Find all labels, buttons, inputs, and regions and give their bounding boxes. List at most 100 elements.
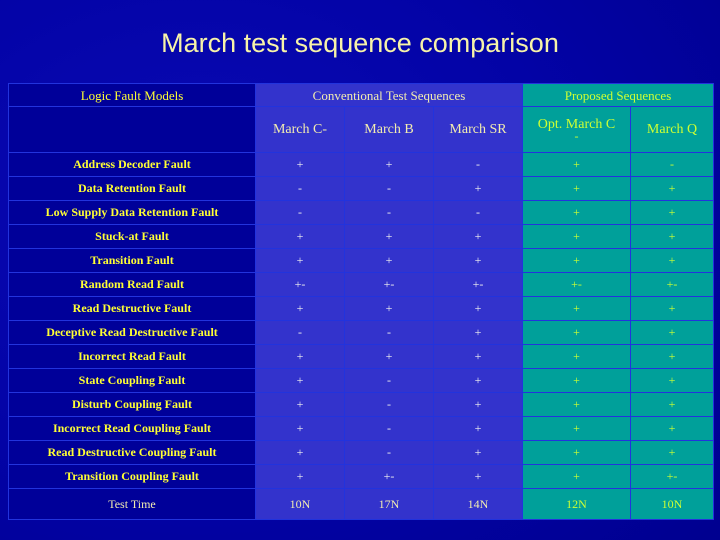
cell-march-c-minus: + [256,153,344,176]
cell-march-q: - [631,153,714,176]
row-label: Incorrect Read Fault [9,345,255,368]
cell-march-q: + [631,393,714,416]
slide-background: March test sequence comparison Logic Fau… [0,0,720,540]
test-time-march-sr: 14N [434,489,522,519]
test-time-march-b: 17N [345,489,433,519]
cell-opt-march-c: + [523,441,630,464]
cell-march-b: - [345,393,433,416]
table-row: Read Destructive Fault + + + + + [9,297,714,320]
cell-opt-march-c: + [523,249,630,272]
table-body: Logic Fault Models Conventional Test Seq… [9,84,714,519]
march-test-sequence-comparison-table: Logic Fault Models Conventional Test Seq… [8,83,715,520]
cell-march-sr: + [434,345,522,368]
cell-march-q: +- [631,465,714,488]
cell-march-c-minus: + [256,369,344,392]
table-row: Address Decoder Fault + + - + - [9,153,714,176]
table-row: Low Supply Data Retention Fault - - - + + [9,201,714,224]
cell-march-sr: + [434,321,522,344]
table-row: Transition Fault + + + + + [9,249,714,272]
cell-march-sr: + [434,465,522,488]
table-row: Random Read Fault +- +- +- +- +- [9,273,714,296]
table-row: Transition Coupling Fault + +- + + +- [9,465,714,488]
header-march-c-minus: March C- [256,107,344,152]
header-conventional-test-sequences: Conventional Test Sequences [256,84,522,106]
cell-march-b: + [345,345,433,368]
row-label: Read Destructive Fault [9,297,255,320]
test-time-opt-march-c: 12N [523,489,630,519]
cell-march-c-minus: + [256,393,344,416]
cell-march-sr: + [434,177,522,200]
page-title: March test sequence comparison [161,28,559,58]
table-row: Read Destructive Coupling Fault + - + + + [9,441,714,464]
cell-opt-march-c: + [523,369,630,392]
row-label: Incorrect Read Coupling Fault [9,417,255,440]
cell-march-sr: + [434,249,522,272]
header-march-sr: March SR [434,107,522,152]
cell-march-sr: + [434,441,522,464]
row-label: State Coupling Fault [9,369,255,392]
cell-opt-march-c: + [523,201,630,224]
cell-opt-march-c: + [523,393,630,416]
cell-opt-march-c: + [523,177,630,200]
header-proposed-sequences: Proposed Sequences [523,84,714,106]
cell-march-sr: - [434,201,522,224]
column-header-row: March C- March B March SR Opt. March C -… [9,107,714,152]
cell-march-c-minus: + [256,345,344,368]
cell-march-c-minus: + [256,297,344,320]
cell-march-b: + [345,153,433,176]
table-row: Incorrect Read Fault + + + + + [9,345,714,368]
cell-march-q: + [631,297,714,320]
cell-opt-march-c: + [523,417,630,440]
row-label: Address Decoder Fault [9,153,255,176]
cell-march-b: +- [345,273,433,296]
cell-opt-march-c: + [523,345,630,368]
cell-march-c-minus: - [256,201,344,224]
row-label: Stuck-at Fault [9,225,255,248]
header-march-b: March B [345,107,433,152]
cell-opt-march-c: + [523,297,630,320]
cell-march-sr: - [434,153,522,176]
cell-march-q: + [631,201,714,224]
cell-march-c-minus: - [256,321,344,344]
cell-opt-march-c: +- [523,273,630,296]
header-opt-march-c-line2: - [574,128,579,143]
table-row: State Coupling Fault + - + + + [9,369,714,392]
row-label: Read Destructive Coupling Fault [9,441,255,464]
cell-opt-march-c: + [523,465,630,488]
table-row: Disturb Coupling Fault + - + + + [9,393,714,416]
row-label: Data Retention Fault [9,177,255,200]
cell-march-b: + [345,249,433,272]
table-row: Incorrect Read Coupling Fault + - + + + [9,417,714,440]
header-march-q: March Q [631,107,714,152]
cell-march-q: + [631,225,714,248]
table-row: Data Retention Fault - - + + + [9,177,714,200]
cell-march-sr: + [434,225,522,248]
cell-march-b: + [345,225,433,248]
cell-march-sr: + [434,393,522,416]
table-row: Deceptive Read Destructive Fault - - + + + [9,321,714,344]
cell-march-c-minus: + [256,465,344,488]
cell-march-q: +- [631,273,714,296]
header-logic-fault-models: Logic Fault Models [9,84,255,106]
table-row: Stuck-at Fault + + + + + [9,225,714,248]
cell-march-sr: + [434,369,522,392]
cell-march-b: - [345,321,433,344]
test-time-march-c-minus: 10N [256,489,344,519]
cell-march-q: + [631,369,714,392]
comparison-table-container: Logic Fault Models Conventional Test Seq… [8,83,715,520]
cell-march-c-minus: +- [256,273,344,296]
cell-march-b: + [345,297,433,320]
cell-march-b: +- [345,465,433,488]
cell-march-c-minus: + [256,249,344,272]
cell-opt-march-c: + [523,153,630,176]
cell-march-sr: +- [434,273,522,296]
cell-march-b: - [345,201,433,224]
row-label: Transition Fault [9,249,255,272]
cell-march-c-minus: - [256,177,344,200]
cell-march-c-minus: + [256,441,344,464]
cell-march-c-minus: + [256,225,344,248]
test-time-label: Test Time [9,489,255,519]
test-time-row: Test Time 10N 17N 14N 12N 10N [9,489,714,519]
cell-march-b: - [345,417,433,440]
cell-opt-march-c: + [523,321,630,344]
